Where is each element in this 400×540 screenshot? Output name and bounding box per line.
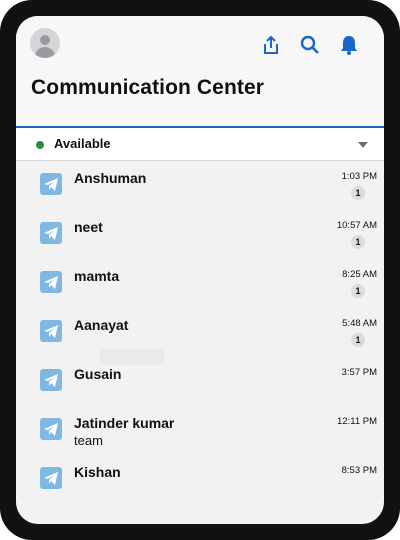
avatar-head: [40, 35, 50, 45]
telegram-icon: [40, 222, 62, 244]
message-time: 3:57 PM: [341, 367, 377, 378]
message-time: 1:03 PM: [341, 171, 377, 182]
contact-name: neet: [74, 219, 103, 235]
status-label: Available: [54, 136, 111, 151]
conversation-item[interactable]: Gusain 3:57 PM: [16, 357, 384, 406]
conversation-item[interactable]: Kishan 8:53 PM: [16, 455, 384, 504]
app-header: Communication Center: [16, 16, 384, 128]
conversation-list: Anshuman 1:03 PM 1 neet 10:57 AM 1 mamta…: [16, 161, 384, 504]
unread-badge: 1: [351, 235, 365, 249]
conversation-item[interactable]: Aanayat 5:48 AM 1: [16, 308, 384, 357]
contact-name: Anshuman: [74, 170, 147, 186]
contact-name: Gusain: [74, 366, 122, 382]
telegram-icon: [40, 467, 62, 489]
message-time: 12:11 PM: [337, 416, 377, 427]
bell-icon[interactable]: [338, 34, 360, 56]
share-icon[interactable]: [260, 34, 282, 56]
conversation-item[interactable]: neet 10:57 AM 1: [16, 210, 384, 259]
contact-name: Kishan: [74, 464, 121, 480]
status-indicator: [36, 141, 44, 149]
telegram-icon: [40, 418, 62, 440]
presence-selector[interactable]: Available: [16, 128, 384, 161]
avatar-body: [35, 47, 55, 58]
telegram-icon: [40, 369, 62, 391]
message-time: 8:25 AM: [342, 269, 377, 280]
search-icon[interactable]: [299, 34, 321, 56]
conversation-item[interactable]: Anshuman 1:03 PM 1: [16, 161, 384, 210]
unread-badge: 1: [351, 284, 365, 298]
message-time: 8:53 PM: [341, 465, 377, 476]
contact-name: Aanayat: [74, 317, 129, 333]
page-title: Communication Center: [31, 76, 265, 99]
telegram-icon: [40, 320, 62, 342]
message-time: 10:57 AM: [336, 220, 377, 231]
conversation-item[interactable]: Jatinder kumar team 12:11 PM: [16, 406, 384, 455]
unread-badge: 1: [351, 333, 365, 347]
contact-name: mamta: [74, 268, 120, 284]
tablet-frame: Communication Center Available Anshuman …: [0, 0, 400, 540]
avatar[interactable]: [30, 28, 60, 58]
conversation-item[interactable]: mamta 8:25 AM 1: [16, 259, 384, 308]
telegram-icon: [40, 173, 62, 195]
unread-badge: 1: [351, 186, 365, 200]
contact-name: Jatinder kumar: [74, 415, 175, 431]
telegram-icon: [40, 271, 62, 293]
app-screen: Communication Center Available Anshuman …: [16, 16, 384, 524]
contact-subtitle: team: [74, 433, 103, 448]
chevron-down-icon[interactable]: [358, 142, 368, 148]
message-time: 5:48 AM: [342, 318, 377, 329]
